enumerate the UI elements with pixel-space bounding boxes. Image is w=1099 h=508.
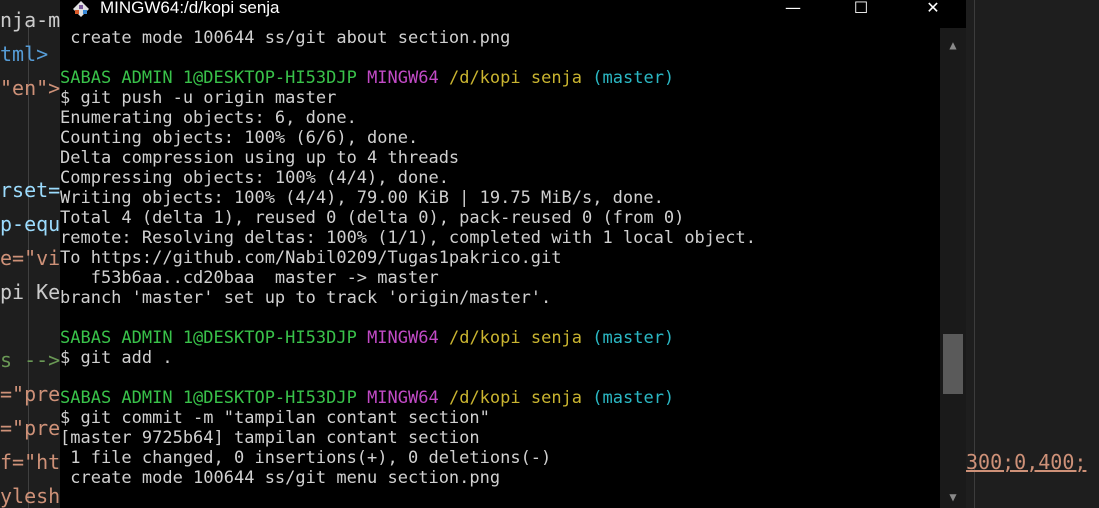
terminal-text-segment: Delta compression using up to 4 threads xyxy=(60,148,460,168)
terminal-line: f53b6aa..cd20baa master -> master xyxy=(60,268,940,288)
editor-line: p-equ xyxy=(0,212,60,236)
terminal-text-segment: Counting objects: 100% (6/6), done. xyxy=(60,128,419,148)
editor-line: ="pre xyxy=(0,382,60,406)
terminal-text-segment: SABAS ADMIN 1@DESKTOP-HI53DJP xyxy=(60,68,357,88)
terminal-line: $ git push -u origin master xyxy=(60,88,940,108)
terminal-line: remote: Resolving deltas: 100% (1/1), co… xyxy=(60,228,940,248)
terminal-line: Writing objects: 100% (4/4), 79.00 KiB |… xyxy=(60,188,940,208)
terminal-text-segment: /d/kopi senja xyxy=(448,388,583,408)
terminal-output[interactable]: create mode 100644 ss/git about section.… xyxy=(60,28,940,508)
terminal-line: 1 file changed, 0 insertions(+), 0 delet… xyxy=(60,448,940,468)
editor-line: ="pre xyxy=(0,416,60,440)
terminal-text-segment: remote: Resolving deltas: 100% (1/1), co… xyxy=(60,228,756,248)
terminal-line: [master 9725b64] tampilan contant sectio… xyxy=(60,428,940,448)
terminal-line: Total 4 (delta 1), reused 0 (delta 0), p… xyxy=(60,208,940,228)
terminal-text-segment: (master) xyxy=(592,328,675,348)
scroll-up-arrow-icon[interactable]: ▲ xyxy=(940,34,966,56)
terminal-text-segment: [master 9725b64] tampilan contant sectio… xyxy=(60,428,480,448)
terminal-text-segment: Compressing objects: 100% (4/4), done. xyxy=(60,168,449,188)
terminal-text-segment: (master) xyxy=(592,68,675,88)
editor-right-text: 300;0,400; xyxy=(966,450,1087,474)
terminal-text-segment: Enumerating objects: 6, done. xyxy=(60,108,357,128)
terminal-text-segment: $ git add . xyxy=(60,348,173,368)
terminal-text-segment: $ git push -u origin master xyxy=(60,88,337,108)
terminal-text-segment: Total 4 (delta 1), reused 0 (delta 0), p… xyxy=(60,208,685,228)
terminal-text-segment: 1 file changed, 0 insertions(+), 0 delet… xyxy=(60,448,552,468)
editor-line: pi Ke xyxy=(0,280,60,304)
terminal-text-segment: create mode 100644 ss/git about section.… xyxy=(60,28,511,48)
terminal-window[interactable]: MINGW64:/d/kopi senja — ☐ ✕ create mode … xyxy=(60,0,966,508)
editor-line: e="vi xyxy=(0,246,60,270)
maximize-button[interactable]: ☐ xyxy=(838,0,884,18)
terminal-text-segment: To https://github.com/Nabil0209/Tugas1pa… xyxy=(60,248,562,268)
terminal-line: $ git commit -m "tampilan contant sectio… xyxy=(60,408,940,428)
scrollbar-thumb[interactable] xyxy=(943,334,963,394)
editor-line: s --> xyxy=(0,348,60,372)
terminal-line: Counting objects: 100% (6/6), done. xyxy=(60,128,940,148)
terminal-text-segment: SABAS ADMIN 1@DESKTOP-HI53DJP xyxy=(60,388,357,408)
terminal-line: Compressing objects: 100% (4/4), done. xyxy=(60,168,940,188)
scroll-down-arrow-icon[interactable]: ▼ xyxy=(940,486,966,508)
editor-line: tml> xyxy=(0,42,49,66)
editor-line: "en"> xyxy=(0,76,60,100)
terminal-text-segment: MINGW64 xyxy=(367,68,439,88)
background-code-editor-right: 300;0,400; xyxy=(966,0,1099,508)
vertical-scrollbar[interactable]: ▲ ▼ xyxy=(940,28,966,508)
terminal-text-segment: MINGW64 xyxy=(367,328,439,348)
editor-ruler xyxy=(974,0,975,508)
terminal-text-segment: SABAS ADMIN 1@DESKTOP-HI53DJP xyxy=(60,328,357,348)
terminal-text-segment: MINGW64 xyxy=(367,388,439,408)
close-button[interactable]: ✕ xyxy=(910,0,956,18)
terminal-text-segment: f53b6aa..cd20baa master -> master xyxy=(60,268,439,288)
terminal-text-segment: create mode 100644 ss/git menu section.p… xyxy=(60,468,501,488)
terminal-line: Enumerating objects: 6, done. xyxy=(60,108,940,128)
editor-line: f="ht xyxy=(0,450,60,474)
title-bar[interactable]: MINGW64:/d/kopi senja — ☐ ✕ xyxy=(60,0,966,18)
terminal-line: branch 'master' set up to track 'origin/… xyxy=(60,288,940,308)
terminal-line: To https://github.com/Nabil0209/Tugas1pa… xyxy=(60,248,940,268)
terminal-text-segment: Writing objects: 100% (4/4), 79.00 KiB |… xyxy=(60,188,664,208)
git-bash-icon xyxy=(70,0,92,18)
editor-line: nja-m xyxy=(0,8,60,32)
terminal-line: SABAS ADMIN 1@DESKTOP-HI53DJP MINGW64 /d… xyxy=(60,68,940,88)
editor-line: rset= xyxy=(0,178,60,202)
terminal-line: $ git add . xyxy=(60,348,940,368)
terminal-line: SABAS ADMIN 1@DESKTOP-HI53DJP MINGW64 /d… xyxy=(60,388,940,408)
terminal-line: Delta compression using up to 4 threads xyxy=(60,148,940,168)
background-code-editor: nja-m tml> "en"> rset= p-equ e="vi pi Ke s --> =… xyxy=(0,0,60,508)
terminal-text-segment: /d/kopi senja xyxy=(448,68,583,88)
terminal-line: create mode 100644 ss/git menu section.p… xyxy=(60,468,940,488)
terminal-text-segment: branch 'master' set up to track 'origin/… xyxy=(60,288,552,308)
terminal-text-segment: (master) xyxy=(592,388,675,408)
terminal-line: SABAS ADMIN 1@DESKTOP-HI53DJP MINGW64 /d… xyxy=(60,328,940,348)
terminal-text-segment: $ git commit -m "tampilan contant sectio… xyxy=(60,408,490,428)
terminal-line: create mode 100644 ss/git about section.… xyxy=(60,28,940,48)
editor-line: ylesh xyxy=(0,484,60,508)
terminal-text-segment: /d/kopi senja xyxy=(448,328,583,348)
window-title: MINGW64:/d/kopi senja xyxy=(100,0,280,17)
minimize-button[interactable]: — xyxy=(770,0,816,18)
